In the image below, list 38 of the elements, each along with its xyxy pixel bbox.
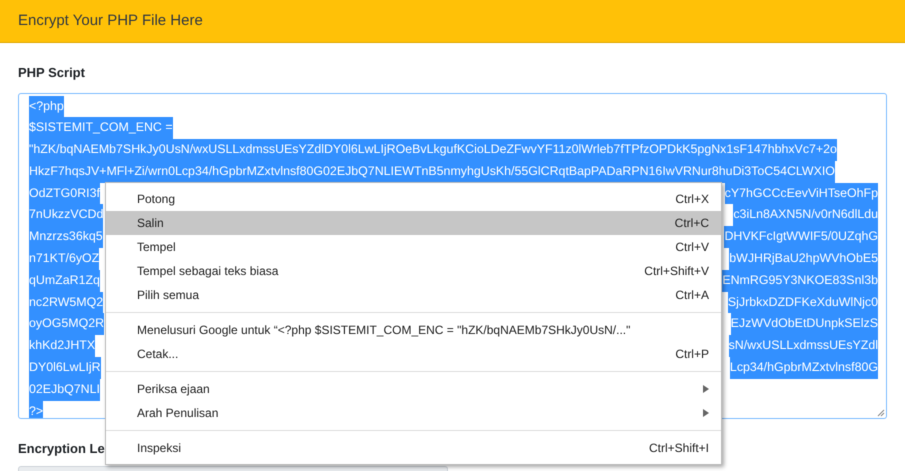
selected-code-text: DHVKFcIgtWWIF5/0UZqhG [724, 226, 878, 248]
selected-code-text: $SISTEMIT_COM_ENC = [29, 117, 173, 140]
selected-code-text: ENmRG95Y3NKOE83Snl3b [722, 270, 878, 292]
field-label: Encryption Le [18, 440, 105, 458]
menu-item[interactable]: Cetak... Ctrl+P [106, 342, 721, 366]
selected-code-text: 7nUkzzVCDd [29, 204, 104, 226]
selected-code-text: OdZTG0RI3f [29, 182, 100, 204]
selected-code-text: ?> [29, 400, 44, 418]
selected-code-text: n71KT/6yOZ [29, 248, 100, 270]
selected-code-text: HkzF7hqsJV+MFl+Zi/wrn0Lcp34/hGpbrMZxtvlnsf80G02EJbQ7NLIEWTnB5nmyhgUsKh/55GlCRqtBapPADaRPN16IwVRNur8huDi3ToC54CLWXIO [29, 160, 835, 183]
menu-item[interactable]: Potong Ctrl+X [106, 187, 721, 211]
selected-code-text: qUmZaR1Zq [29, 270, 100, 292]
resize-grip-icon[interactable] [877, 408, 885, 416]
menu-item[interactable]: Menelusuri Google untuk “<?php $SISTEMIT_COM_ENC = "hZK/bqNAEMb7SHkJy0UsN/..." [106, 318, 721, 342]
selected-code-text: bWJHRjBaU2hpWVhObE5 [729, 248, 878, 270]
selected-code-text: <?php [29, 96, 64, 118]
selected-code-text: Lcp34/hGpbrMZxtvlnsf80G [730, 357, 878, 379]
selected-code-text: "hZK/bqNAEMb7SHkJy0UsN/wxUSLLxdmssUEsYZdlDY0l6LwLIjROeBvLkgufKCioLDeZFwvYF11z0lWrleb7fTPfzOPDkK5pgNx1sF147hbhxVc7+2o [29, 139, 837, 161]
selected-code-text: Mnzrzs36kq5 [29, 226, 103, 248]
selected-code-text: khKd2JHTX [29, 335, 96, 358]
menu-item[interactable]: Pilih semua Ctrl+A [106, 283, 721, 307]
selected-code-text: DY0l6LwLIjR [29, 357, 101, 379]
selected-code-text: c3iLn8AXN5N/v0rN6dlLdu [733, 204, 878, 226]
selected-code-text: cY7hGCCcEevViHTseOhFp [724, 182, 878, 204]
selected-code-text: oyOG5MQ2R [29, 313, 104, 336]
selected-code-text: SjJrbkxDZDFKeXduWlNjc0 [728, 292, 878, 314]
menu-item[interactable]: Tempel sebagai teks biasa Ctrl+Shift+V [106, 259, 721, 283]
selected-code-text: 02EJbQ7NLI [29, 378, 100, 401]
menu-item[interactable]: Tempel Ctrl+V [106, 235, 721, 259]
menu-item[interactable]: Periksa ejaan [106, 377, 721, 401]
menu-item[interactable]: Inspeksi Ctrl+Shift+I [106, 436, 721, 460]
selected-code-text: nc2RW5MQ2 [29, 292, 104, 314]
menu-item[interactable]: Arah Penulisan [106, 401, 721, 425]
field-label: PHP Script [18, 64, 86, 82]
header-title: Encrypt Your PHP File Here [18, 10, 203, 31]
selected-code-text: sN/wxUSLLxdmssUEsYZdl [728, 335, 878, 358]
menu-item[interactable]: Salin Ctrl+C [106, 211, 721, 235]
selected-code-text: EJzWVdObEtDUnpkSElzS [730, 313, 878, 336]
